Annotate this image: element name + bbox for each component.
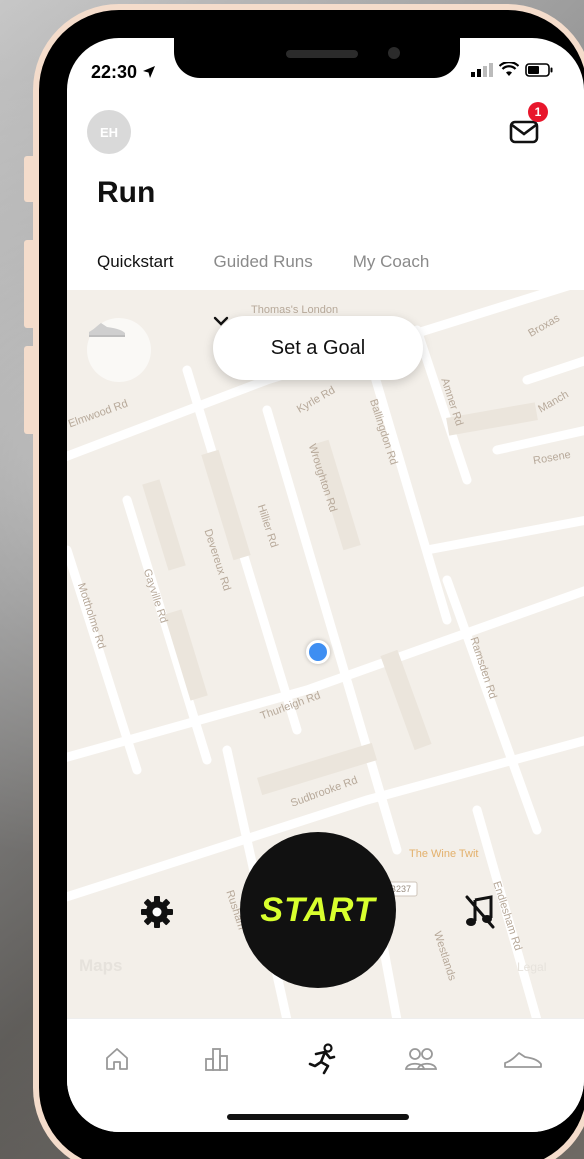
set-goal-button[interactable]: Set a Goal (213, 316, 423, 380)
music-off-icon[interactable] (463, 894, 497, 930)
nav-shoes[interactable] (503, 1041, 543, 1077)
nav-home[interactable] (97, 1041, 137, 1077)
chevron-down-icon (213, 316, 229, 326)
home-icon (106, 1048, 128, 1070)
inbox-badge: 1 (528, 102, 548, 122)
shoe-selector-button[interactable] (87, 318, 151, 382)
battery-icon (525, 62, 553, 77)
map-poi-label: The Wine Twit (409, 848, 479, 860)
speaker-grille (286, 50, 358, 58)
home-indicator (227, 1114, 409, 1120)
signal-icon (471, 62, 493, 77)
volume-up-button (24, 240, 38, 328)
mute-switch (24, 156, 38, 202)
start-run-button[interactable]: START (240, 832, 396, 988)
tab-my-coach[interactable]: My Coach (353, 252, 430, 272)
nav-club[interactable] (401, 1041, 441, 1077)
start-label: START (260, 890, 376, 929)
app-screen: 22:30 EH 1 Run Quickstart Guided Runs My… (67, 38, 584, 1132)
people-icon (404, 1048, 438, 1070)
shoe-icon (89, 323, 125, 337)
status-time: 22:30 (91, 62, 156, 83)
gear-icon[interactable] (139, 894, 175, 930)
notch (174, 38, 460, 78)
shoe-icon (504, 1052, 542, 1068)
tab-guided-runs[interactable]: Guided Runs (214, 252, 313, 272)
current-location-dot (306, 640, 330, 664)
tab-quickstart[interactable]: Quickstart (97, 252, 174, 272)
wifi-icon (499, 62, 519, 76)
volume-down-button (24, 346, 38, 434)
legal-link[interactable]: Legal (517, 960, 546, 974)
status-icons (471, 62, 553, 77)
nav-activity[interactable] (197, 1041, 237, 1077)
avatar-initials: EH (99, 124, 119, 140)
page-title: Run (97, 176, 156, 209)
bar-chart-icon (205, 1048, 228, 1071)
location-arrow-icon (143, 66, 156, 78)
map-label: Thomas's London (251, 304, 339, 316)
maps-attribution: Maps (79, 956, 123, 975)
nav-run[interactable] (303, 1041, 343, 1077)
tab-bar: Quickstart Guided Runs My Coach (97, 252, 469, 272)
set-goal-label: Set a Goal (270, 336, 366, 359)
runner-icon (308, 1043, 336, 1075)
profile-avatar[interactable]: EH (87, 110, 131, 154)
front-camera (388, 47, 400, 59)
